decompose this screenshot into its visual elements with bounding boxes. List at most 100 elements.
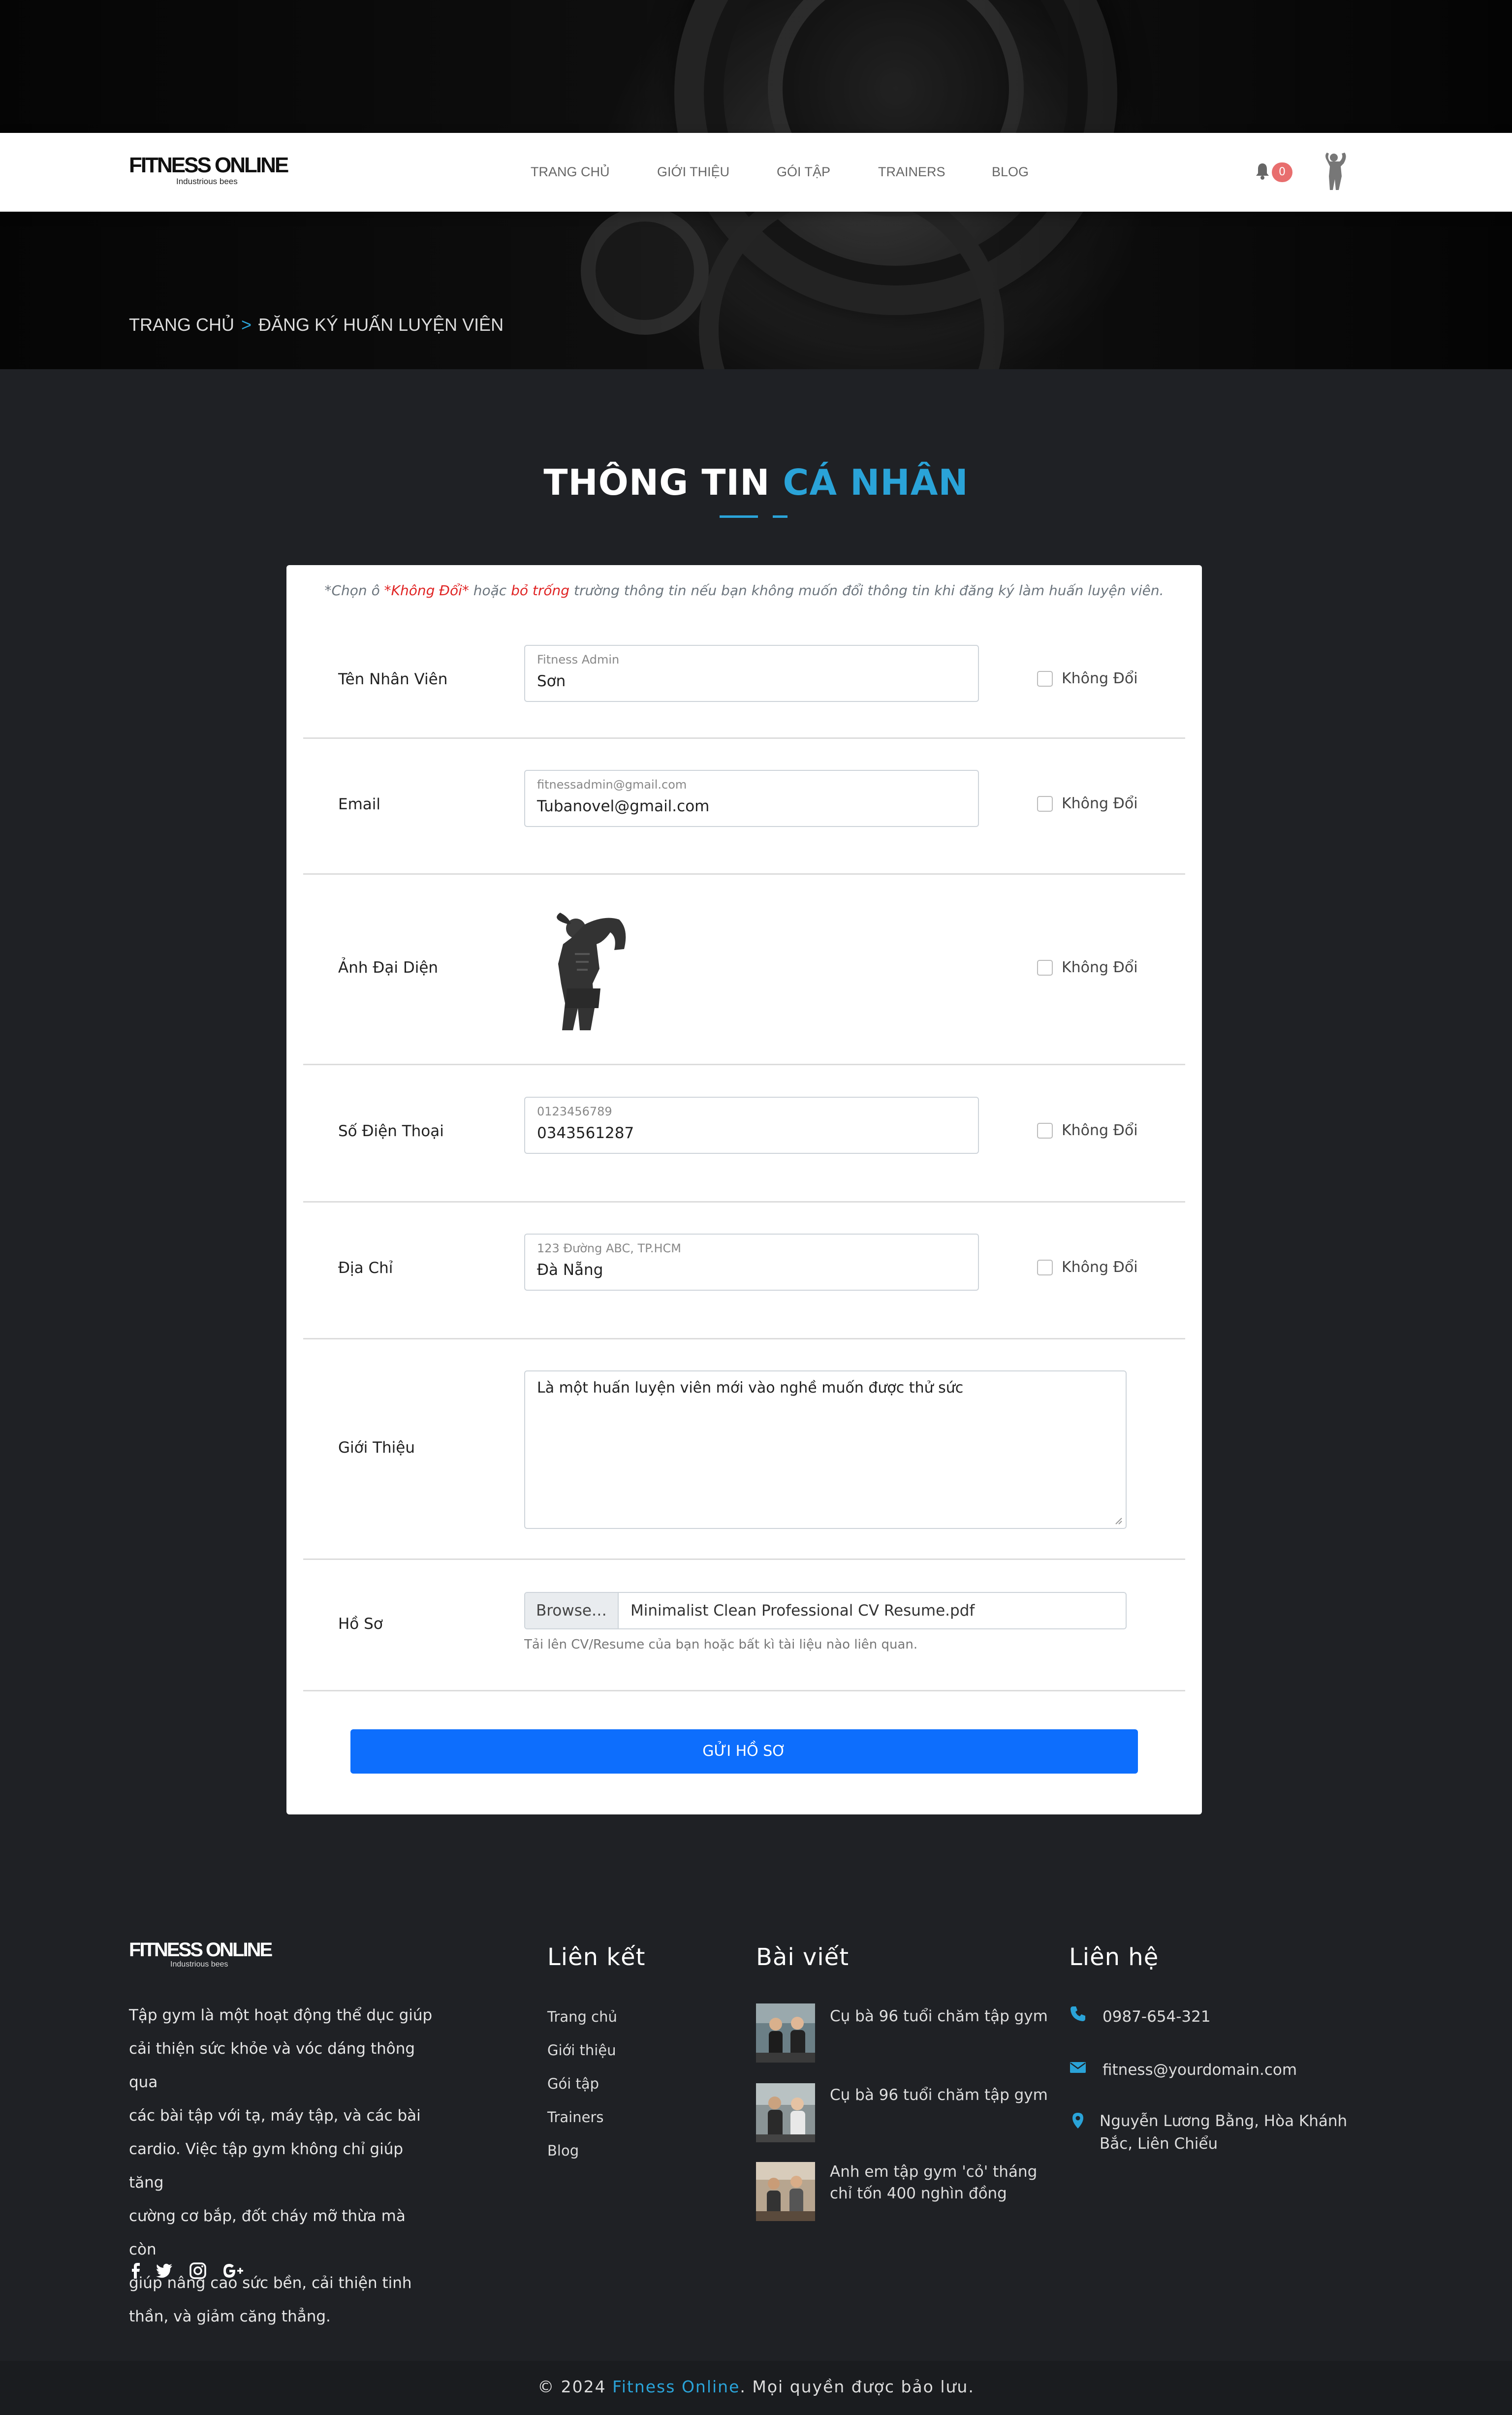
post-title[interactable]: Cụ bà 96 tuổi chăm tập gym <box>830 2084 1051 2106</box>
footer-contact-heading: Liên hệ <box>1069 1943 1159 1971</box>
page-title-main: THÔNG TIN <box>543 462 783 503</box>
footer-posts-heading: Bài viết <box>756 1943 850 1971</box>
footer-logo[interactable]: FITNESS ONLINE Industrious bees <box>129 1939 277 1969</box>
copyright-suffix: . Mọi quyền được bảo lưu. <box>740 2377 975 2396</box>
breadcrumb: TRANG CHỦ > ĐĂNG KÝ HUẤN LUYỆN VIÊN <box>129 315 504 335</box>
intro-textarea[interactable]: Là một huấn luyện viên mới vào nghề muốn… <box>524 1370 1127 1529</box>
copyright-prefix: © 2024 <box>537 2377 613 2396</box>
note-text: *Chọn ô <box>324 582 384 599</box>
address-label: Địa Chỉ <box>338 1259 393 1277</box>
logo-brand: FITNESS ONLINE <box>129 153 289 177</box>
phone-keep-checkbox[interactable] <box>1037 1123 1053 1139</box>
title-underline-dash <box>773 515 788 518</box>
email-keep-label[interactable]: Không Đổi <box>1062 795 1138 813</box>
phone-icon <box>1071 2006 1085 2021</box>
resume-label: Hồ Sơ <box>338 1615 383 1633</box>
phone-keep-label[interactable]: Không Đổi <box>1062 1122 1138 1140</box>
address-keep-checkbox[interactable] <box>1037 1260 1053 1275</box>
name-value: Sơn <box>537 672 566 690</box>
copyright-brand-link[interactable]: Fitness Online <box>612 2377 740 2396</box>
note-empty-highlight: bỏ trống <box>511 582 570 599</box>
post-thumbnail[interactable] <box>756 2083 815 2142</box>
breadcrumb-current: ĐĂNG KÝ HUẤN LUYỆN VIÊN <box>258 315 504 335</box>
nav-item-blog[interactable]: BLOG <box>992 164 1029 179</box>
facebook-icon[interactable] <box>127 2262 145 2280</box>
address-field[interactable]: 123 Đường ABC, TP.HCM Đà Nẵng <box>524 1234 979 1291</box>
twitter-icon[interactable] <box>156 2262 173 2280</box>
row-divider <box>303 1690 1185 1691</box>
address-keep-label[interactable]: Không Đổi <box>1062 1259 1138 1276</box>
name-keep-label[interactable]: Không Đổi <box>1062 670 1138 688</box>
phone-placeholder: 0123456789 <box>537 1105 612 1118</box>
phone-field[interactable]: 0123456789 0343561287 <box>524 1097 979 1154</box>
nav-item-packages[interactable]: GÓI TẬP <box>777 164 830 179</box>
row-divider <box>303 737 1185 739</box>
about-line: cải thiện sức khỏe và vóc dáng thông qua <box>129 2040 415 2091</box>
name-placeholder: Fitness Admin <box>537 653 620 667</box>
email-keep-checkbox[interactable] <box>1037 796 1053 812</box>
mail-icon <box>1070 2062 1086 2073</box>
avatar-label: Ảnh Đại Diện <box>338 959 439 977</box>
name-keep-checkbox[interactable] <box>1037 671 1053 687</box>
page-title-accent: CÁ NHÂN <box>783 462 969 503</box>
footer-link-about[interactable]: Giới thiệu <box>547 2042 616 2059</box>
note-text: trường thông tin nếu bạn không muốn đổi … <box>569 582 1164 599</box>
footer-link-blog[interactable]: Blog <box>547 2142 579 2159</box>
footer-logo-tagline: Industrious bees <box>170 1960 228 1969</box>
contact-phone[interactable]: 0987-654-321 <box>1102 2005 1368 2028</box>
email-placeholder: fitnessadmin@gmail.com <box>537 778 687 792</box>
submit-button[interactable]: GỬI HỒ SƠ <box>350 1729 1138 1774</box>
address-placeholder: 123 Đường ABC, TP.HCM <box>537 1241 682 1255</box>
footer-link-trainers[interactable]: Trainers <box>547 2109 603 2126</box>
trainer-registration-form: *Chọn ô *Không Đổi* hoặc bỏ trống trường… <box>286 565 1202 1814</box>
about-line: cường cơ bắp, đốt cháy mỡ thừa mà còn <box>129 2207 406 2258</box>
title-underline <box>720 515 758 518</box>
row-divider <box>303 1201 1185 1203</box>
bell-icon[interactable] <box>1255 162 1270 180</box>
breadcrumb-separator: > <box>241 315 252 335</box>
row-divider <box>303 1064 1185 1065</box>
note-keep-highlight: *Không Đổi* <box>384 582 469 599</box>
about-line: giúp nâng cao sức bền, cải thiện tinh <box>129 2274 412 2292</box>
nav-item-about[interactable]: GIỚI THIỆU <box>657 164 729 179</box>
name-field[interactable]: Fitness Admin Sơn <box>524 645 979 702</box>
header-logo[interactable]: FITNESS ONLINE Industrious bees <box>129 154 291 189</box>
post-thumbnail[interactable] <box>756 2162 815 2221</box>
google-plus-icon[interactable] <box>222 2262 245 2280</box>
footer-about: Tập gym là một hoạt động thể dục giúp cả… <box>129 1999 434 2333</box>
email-field[interactable]: fitnessadmin@gmail.com Tubanovel@gmail.c… <box>524 770 979 827</box>
instagram-icon[interactable] <box>189 2262 207 2280</box>
avatar-keep-checkbox[interactable] <box>1037 960 1053 976</box>
footer-link-home[interactable]: Trang chủ <box>547 2008 617 2025</box>
row-divider <box>303 1558 1185 1560</box>
intro-label: Giới Thiệu <box>338 1439 415 1457</box>
footer-link-packages[interactable]: Gói tập <box>547 2075 599 2092</box>
avatar-preview-image[interactable] <box>545 910 634 1033</box>
browse-button[interactable]: Browse… <box>525 1593 619 1628</box>
nav-item-home[interactable]: TRANG CHỦ <box>531 164 610 179</box>
resume-file-input[interactable]: Browse… Minimalist Clean Professional CV… <box>524 1592 1127 1629</box>
user-avatar-icon[interactable] <box>1322 152 1350 191</box>
post-title[interactable]: Anh em tập gym 'cỏ' tháng chỉ tốn 400 ng… <box>830 2161 1051 2204</box>
nav-item-trainers[interactable]: TRAINERS <box>878 164 945 179</box>
page-title: THÔNG TIN CÁ NHÂN <box>0 460 1512 505</box>
post-thumbnail[interactable] <box>756 2003 815 2063</box>
name-label: Tên Nhân Viên <box>338 670 448 688</box>
resize-handle-icon[interactable] <box>1114 1516 1123 1525</box>
breadcrumb-home[interactable]: TRANG CHỦ <box>129 315 234 335</box>
post-title[interactable]: Cụ bà 96 tuổi chăm tập gym <box>830 2005 1051 2027</box>
row-divider <box>303 873 1185 875</box>
notification-badge: 0 <box>1272 162 1292 182</box>
contact-address: Nguyễn Lương Bằng, Hòa Khánh Bắc, Liên C… <box>1100 2112 1348 2153</box>
phone-value: 0343561287 <box>537 1124 634 1142</box>
phone-label: Số Điện Thoại <box>338 1122 444 1140</box>
selected-file-name: Minimalist Clean Professional CV Resume.… <box>630 1602 975 1620</box>
contact-email[interactable]: fitness@yourdomain.com <box>1102 2059 1368 2081</box>
avatar-keep-label[interactable]: Không Đổi <box>1062 959 1138 977</box>
footer-logo-brand: FITNESS ONLINE <box>129 1939 273 1961</box>
footer-links-heading: Liên kết <box>547 1943 646 1971</box>
about-line: Tập gym là một hoạt động thể dục giúp <box>129 2006 433 2024</box>
about-line: cardio. Việc tập gym không chỉ giúp tăng <box>129 2140 404 2192</box>
intro-value: Là một huấn luyện viên mới vào nghề muốn… <box>537 1379 964 1397</box>
email-value: Tubanovel@gmail.com <box>537 797 710 815</box>
